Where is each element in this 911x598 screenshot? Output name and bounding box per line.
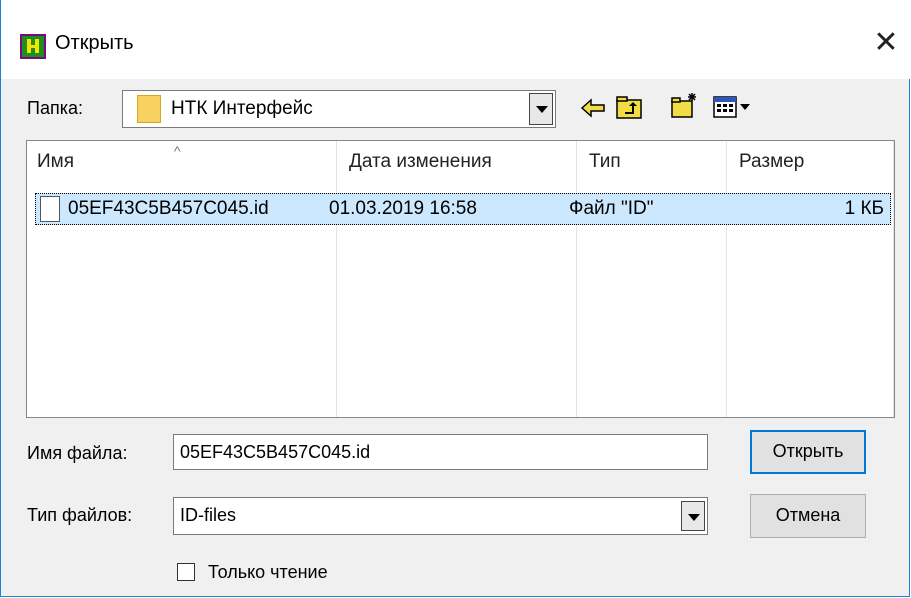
app-icon <box>20 34 46 59</box>
file-size: 1 КБ <box>844 198 884 219</box>
folder-combobox[interactable]: НТК Интерфейс <box>122 90 556 128</box>
filename-input[interactable]: 05EF43C5B457C045.id <box>173 434 708 470</box>
file-row[interactable]: 05EF43C5B457C045.id 01.03.2019 16:58 Фай… <box>35 193 891 225</box>
column-header-date[interactable]: Дата изменения <box>349 151 492 173</box>
filename-label: Имя файла: <box>27 443 128 463</box>
new-folder-icon[interactable] <box>670 91 698 119</box>
folder-value: НТК Интерфейс <box>171 98 313 119</box>
open-button[interactable]: Открыть <box>750 430 866 474</box>
folder-label: Папка: <box>27 98 83 118</box>
column-header-size[interactable]: Размер <box>739 151 804 173</box>
folder-dropdown-button[interactable] <box>529 93 553 125</box>
column-header-type[interactable]: Тип <box>589 151 621 173</box>
window-title: Открыть <box>55 32 134 54</box>
readonly-label: Только чтение <box>208 562 328 582</box>
title-bar: Открыть ✕ <box>1 0 910 79</box>
close-icon[interactable]: ✕ <box>869 28 903 62</box>
column-header-name[interactable]: Имя <box>37 151 74 173</box>
up-folder-icon[interactable] <box>615 93 643 121</box>
column-divider <box>893 141 894 417</box>
column-divider <box>726 141 727 417</box>
file-type: Файл "ID" <box>569 198 654 219</box>
sort-ascending-icon: ^ <box>174 143 181 159</box>
column-divider <box>336 141 337 417</box>
file-name: 05EF43C5B457C045.id <box>68 198 269 219</box>
filetype-select[interactable]: ID-files <box>173 497 708 535</box>
filetype-value: ID-files <box>180 505 237 525</box>
cancel-button[interactable]: Отмена <box>750 494 866 538</box>
filetype-label: Тип файлов: <box>27 505 133 525</box>
column-divider <box>576 141 577 417</box>
filetype-dropdown-button[interactable] <box>681 501 705 531</box>
open-file-dialog: Открыть ✕ Папка: НТК Интерфейс ^ Имя Дат… <box>0 0 910 597</box>
file-icon <box>40 196 60 222</box>
file-date: 01.03.2019 16:58 <box>329 198 477 219</box>
readonly-checkbox[interactable] <box>177 563 195 581</box>
back-arrow-icon[interactable] <box>579 94 607 122</box>
folder-icon <box>137 95 161 123</box>
file-list[interactable]: ^ Имя Дата изменения Тип Размер 05EF43C5… <box>26 140 895 418</box>
view-menu-icon[interactable] <box>712 93 762 121</box>
